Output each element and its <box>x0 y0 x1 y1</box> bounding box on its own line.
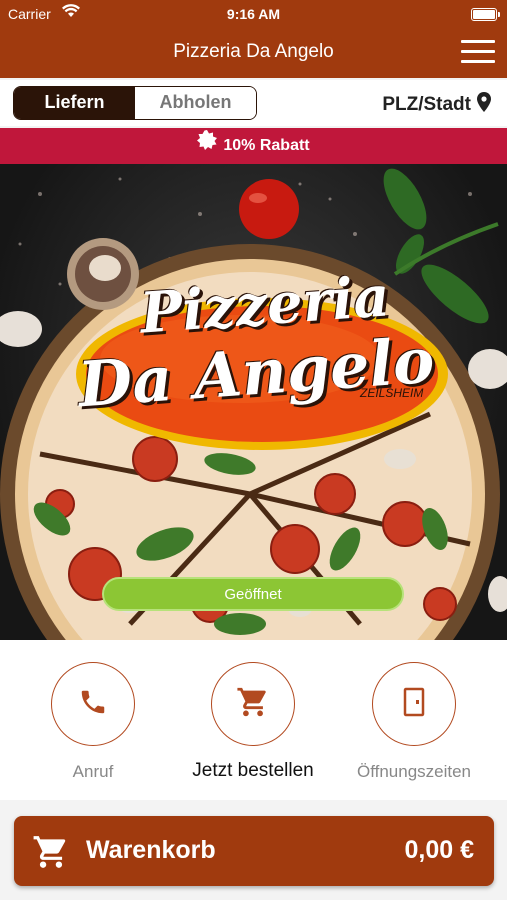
hero-banner: Pizzeria Da Angelo ZEILSHEIM Geöffnet <box>0 164 507 640</box>
status-bar: Carrier 9:16 AM <box>0 0 507 28</box>
opening-hours-label: Öffnungszeiten <box>356 762 472 781</box>
cart-total: 0,00 € <box>404 836 474 864</box>
door-icon <box>402 687 426 722</box>
order-mode-bar: Liefern Abholen PLZ/Stadt <box>0 80 507 126</box>
cart-label: Warenkorb <box>86 836 216 864</box>
cart-button[interactable]: Warenkorb 0,00 € <box>14 816 494 886</box>
page-title: Pizzeria Da Angelo <box>173 41 334 62</box>
battery-icon <box>471 8 500 21</box>
opening-hours-button[interactable] <box>372 662 456 746</box>
order-now-button[interactable] <box>211 662 295 746</box>
phone-icon <box>78 687 108 722</box>
order-now-action[interactable]: Jetzt bestellen <box>178 662 328 782</box>
order-now-label: Jetzt bestellen <box>192 760 314 781</box>
call-action[interactable]: Anruf <box>18 662 168 782</box>
cart-icon <box>32 833 70 876</box>
badge-burst-icon <box>197 128 218 164</box>
logo-subtitle: ZEILSHEIM <box>360 386 424 400</box>
call-button[interactable] <box>51 662 135 746</box>
deliver-tab[interactable]: Liefern <box>14 87 135 119</box>
order-mode-toggle: Liefern Abholen <box>13 86 257 120</box>
map-pin-icon <box>477 92 491 118</box>
location-selector[interactable]: PLZ/Stadt <box>382 92 491 118</box>
open-status-button[interactable]: Geöffnet <box>102 577 404 611</box>
hamburger-menu-icon[interactable] <box>461 40 495 66</box>
discount-label: 10% Rabatt <box>223 137 310 155</box>
discount-banner[interactable]: 10% Rabatt <box>0 128 507 164</box>
pickup-tab[interactable]: Abholen <box>135 87 256 119</box>
call-label: Anruf <box>72 762 114 781</box>
location-label: PLZ/Stadt <box>382 94 471 115</box>
cart-icon <box>236 685 270 724</box>
quick-actions: Anruf Jetzt bestellen Öffnungszeiten <box>0 640 507 800</box>
opening-hours-action[interactable]: Öffnungszeiten <box>339 662 489 782</box>
app-header: Pizzeria Da Angelo <box>0 28 507 78</box>
clock: 9:16 AM <box>226 6 281 22</box>
